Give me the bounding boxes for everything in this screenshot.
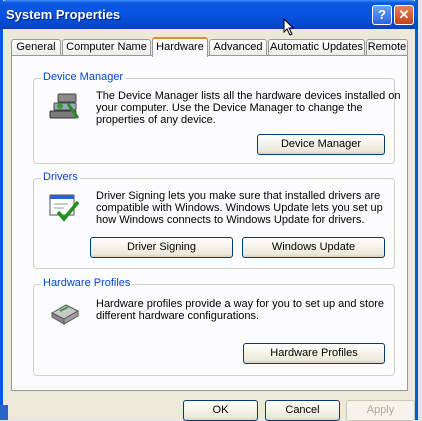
drivers-description: Driver Signing lets you make sure that i… xyxy=(96,190,383,226)
hardware-profiles-icon xyxy=(50,304,80,325)
mouse-cursor-icon xyxy=(283,18,295,36)
title-bar[interactable]: System Properties ? ✕ xyxy=(0,0,418,36)
tab-advanced[interactable]: Advanced xyxy=(209,39,267,56)
drivers-group: Drivers Driver Signing lets you make sur… xyxy=(33,171,395,269)
tab-automatic-updates[interactable]: Automatic Updates xyxy=(268,39,365,56)
taskbar-edge xyxy=(0,405,8,420)
tab-remote[interactable]: Remote xyxy=(366,39,408,56)
system-properties-window: System Properties ? ✕ General Computer N… xyxy=(0,0,418,421)
device-manager-description: The Device Manager lists all the hardwar… xyxy=(96,90,401,126)
tab-computer-name[interactable]: Computer Name xyxy=(62,39,151,56)
cancel-button[interactable]: Cancel xyxy=(265,400,340,421)
driver-signing-icon xyxy=(49,194,80,222)
hardware-profiles-group: Hardware Profiles Hardware profiles prov… xyxy=(33,277,395,376)
close-button[interactable]: ✕ xyxy=(394,5,414,25)
device-manager-group: Device Manager The Device Manager lists … xyxy=(33,71,401,164)
driver-signing-button[interactable]: Driver Signing xyxy=(90,237,233,258)
device-manager-group-title: Device Manager xyxy=(41,71,126,83)
device-manager-icon xyxy=(49,93,80,119)
windows-update-button[interactable]: Windows Update xyxy=(242,237,385,258)
tab-hardware[interactable]: Hardware xyxy=(152,37,208,57)
help-button[interactable]: ? xyxy=(372,5,392,25)
drivers-group-title: Drivers xyxy=(41,171,80,183)
hardware-profiles-button[interactable]: Hardware Profiles xyxy=(243,343,385,364)
tab-general[interactable]: General xyxy=(11,39,61,56)
apply-button: Apply xyxy=(346,400,415,421)
hardware-profiles-description: Hardware profiles provide a way for you … xyxy=(96,298,384,322)
hardware-tab-panel: Device Manager The Device Manager lists … xyxy=(11,55,408,391)
ok-button[interactable]: OK xyxy=(183,400,258,421)
window-title: System Properties xyxy=(6,7,121,22)
device-manager-button[interactable]: Device Manager xyxy=(257,134,385,155)
hardware-profiles-group-title: Hardware Profiles xyxy=(41,277,133,289)
